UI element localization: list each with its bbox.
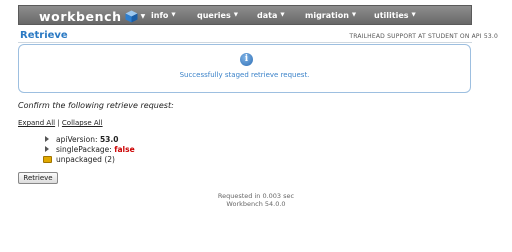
tree-item-value: 53.0 <box>99 134 119 144</box>
retrieve-button[interactable]: Retrieve <box>18 172 58 184</box>
expand-arrow-icon[interactable] <box>45 146 49 152</box>
menu-queries[interactable]: queries ▼ <box>197 6 238 24</box>
menu-migration-label: migration <box>305 10 349 20</box>
logo-caret-icon: ▼ <box>140 12 146 20</box>
menu-utilities[interactable]: utilities ▼ <box>374 6 416 24</box>
top-navbar: workbench ▼ info ▼ queries ▼ data ▼ migrati… <box>18 5 472 25</box>
tree-item-key: apiVersion: <box>56 134 98 144</box>
menu-data[interactable]: data ▼ <box>257 6 285 24</box>
footer-timing: Requested in 0.003 sec <box>217 192 295 200</box>
user-info: TRAILHEAD SUPPORT AT STUDENT ON API 53.0 <box>349 33 498 40</box>
logo-text: workbench <box>39 8 122 24</box>
menu-data-label: data <box>257 10 278 20</box>
expand-all-link[interactable]: Expand All <box>18 119 55 127</box>
menu-info-label: info <box>151 10 169 20</box>
tree-item-value: false <box>114 144 135 154</box>
menu-info[interactable]: info ▼ <box>151 6 176 24</box>
tree-controls-separator: | <box>57 119 60 127</box>
cube-icon <box>125 10 138 22</box>
status-message-text: Successfully staged retrieve request. <box>179 71 310 79</box>
retrieve-request-tree: apiVersion: 53.0 singlePackage: false un… <box>43 134 135 164</box>
folder-icon[interactable] <box>43 155 52 163</box>
status-message-box: i Successfully staged retrieve request. <box>18 44 471 93</box>
collapse-all-link[interactable]: Collapse All <box>62 119 103 127</box>
chevron-down-icon: ▼ <box>411 12 416 18</box>
tree-item-key: singlePackage: <box>56 144 112 154</box>
title-divider <box>18 42 472 43</box>
footer-version: Workbench 54.0.0 <box>226 200 286 208</box>
menu-queries-label: queries <box>197 10 231 20</box>
info-icon: i <box>240 53 253 66</box>
chevron-down-icon: ▼ <box>280 12 285 18</box>
confirm-text: Confirm the following retrieve request: <box>18 101 174 110</box>
menu-migration[interactable]: migration ▼ <box>305 6 356 24</box>
expand-arrow-icon[interactable] <box>45 136 49 142</box>
tree-item-single-package[interactable]: singlePackage: false <box>43 144 135 154</box>
chevron-down-icon: ▼ <box>171 12 176 18</box>
chevron-down-icon: ▼ <box>233 12 238 18</box>
tree-item-api-version[interactable]: apiVersion: 53.0 <box>43 134 135 144</box>
workbench-logo[interactable]: workbench ▼ <box>39 7 145 25</box>
tree-item-key: unpackaged (2) <box>56 154 115 164</box>
chevron-down-icon: ▼ <box>351 12 357 18</box>
tree-controls: Expand All | Collapse All <box>18 119 103 127</box>
page-title: Retrieve <box>20 30 68 41</box>
menu-utilities-label: utilities <box>374 10 409 20</box>
tree-item-unpackaged[interactable]: unpackaged (2) <box>43 154 135 164</box>
